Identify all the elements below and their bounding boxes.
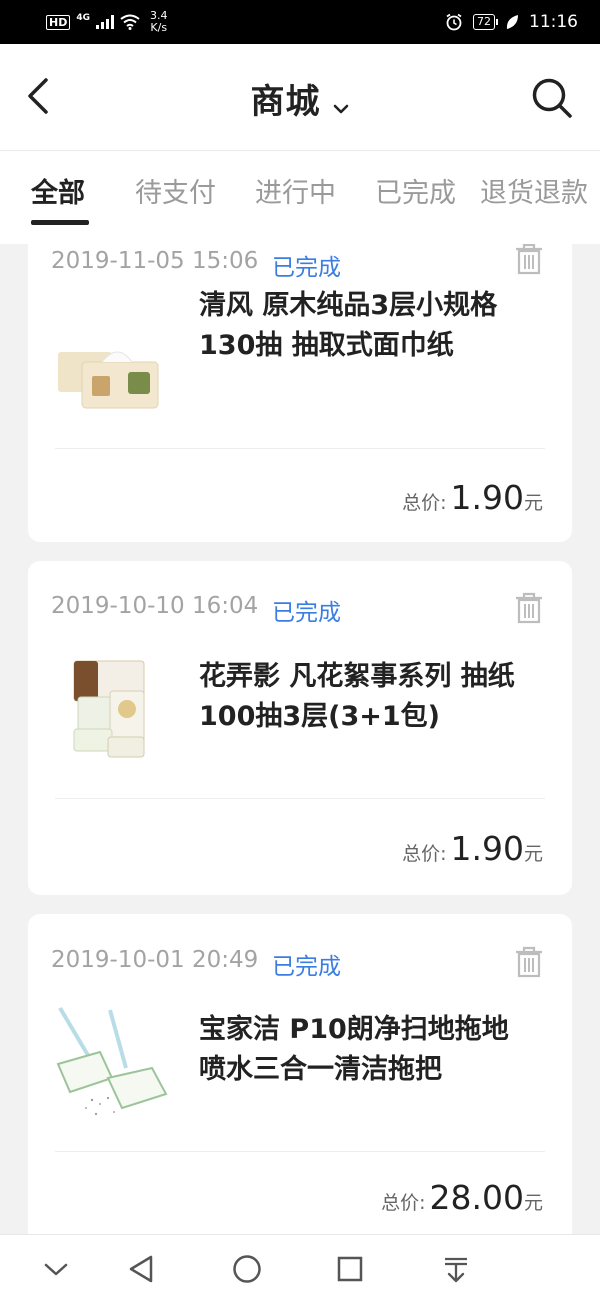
trash-icon[interactable] <box>514 244 544 276</box>
product-image <box>56 1006 168 1116</box>
tab-all[interactable]: 全部 <box>31 171 85 210</box>
divider <box>55 1151 545 1152</box>
status-right: 72 11:16 <box>445 12 578 32</box>
total-label: 总价: <box>381 1192 426 1214</box>
chevron-down-icon <box>333 104 348 113</box>
product-name-line: 130抽 抽取式面巾纸 <box>199 330 454 361</box>
clock: 11:16 <box>529 12 578 32</box>
product-image <box>58 351 159 409</box>
search-icon[interactable] <box>530 76 574 120</box>
trash-icon[interactable] <box>514 591 544 625</box>
product-name-line: 100抽3层(3+1包) <box>199 701 441 732</box>
order-total: 总价: 28.00元 <box>381 1178 543 1217</box>
page-title-dropdown[interactable]: 商城 <box>0 74 600 123</box>
square-recents-icon[interactable] <box>330 1249 370 1289</box>
divider <box>55 448 545 449</box>
product-name-line: 喷水三合一清洁拖把 <box>199 1054 442 1085</box>
product-image <box>73 660 145 758</box>
wifi-icon <box>120 14 140 30</box>
system-nav-bar <box>0 1234 600 1300</box>
triangle-back-icon[interactable] <box>122 1249 162 1289</box>
speed-unit: K/s <box>150 21 168 34</box>
product-name[interactable]: 清风 原木纯品3层小规格 130抽 抽取式面巾纸 <box>199 286 549 366</box>
hd-indicator: HD <box>46 14 71 30</box>
trash-icon[interactable] <box>514 945 544 979</box>
total-label: 总价: <box>402 843 447 865</box>
order-total: 总价: 1.90元 <box>402 478 543 517</box>
order-card[interactable]: 2019-11-05 15:06 已完成 清风 原木纯品3层小规格 130抽 抽… <box>28 244 572 542</box>
pull-down-icon[interactable] <box>436 1249 476 1289</box>
tab-in-progress[interactable]: 进行中 <box>255 171 336 210</box>
order-total: 总价: 1.90元 <box>402 829 543 868</box>
currency-unit: 元 <box>523 1192 543 1214</box>
order-list[interactable]: 2019-11-05 15:06 已完成 清风 原木纯品3层小规格 130抽 抽… <box>0 244 600 1234</box>
currency-unit: 元 <box>523 492 543 514</box>
product-name[interactable]: 花弄影 凡花絮事系列 抽纸 100抽3层(3+1包) <box>199 657 549 737</box>
total-amount: 28.00 <box>429 1178 524 1217</box>
order-status: 已完成 <box>272 255 341 281</box>
order-datetime: 2019-11-05 15:06 <box>51 248 259 274</box>
tab-pending-payment[interactable]: 待支付 <box>135 171 216 210</box>
total-label: 总价: <box>402 492 447 514</box>
signal-icon <box>96 15 114 29</box>
tab-refunds[interactable]: 退货退款 <box>480 171 588 210</box>
status-indicators: HD 4G 3.4 K/s <box>46 10 168 34</box>
total-amount: 1.90 <box>450 478 524 517</box>
network-speed: 3.4 K/s <box>150 10 168 34</box>
divider <box>55 798 545 799</box>
status-bar: HD 4G 3.4 K/s 72 11:16 <box>0 0 600 44</box>
order-datetime: 2019-10-10 16:04 <box>51 593 259 619</box>
product-name-line: 花弄影 凡花絮事系列 抽纸 <box>199 661 515 692</box>
currency-unit: 元 <box>523 843 543 865</box>
network-type: 4G <box>76 13 90 23</box>
product-name-line: 宝家洁 P10朗净扫地拖地 <box>199 1014 509 1045</box>
product-name[interactable]: 宝家洁 P10朗净扫地拖地 喷水三合一清洁拖把 <box>199 1010 549 1090</box>
order-status: 已完成 <box>272 600 341 626</box>
order-card[interactable]: 2019-10-10 16:04 已完成 花弄影 凡花絮事系列 抽纸 100抽3… <box>28 561 572 895</box>
product-name-line: 清风 原木纯品3层小规格 <box>199 290 498 321</box>
total-amount: 1.90 <box>450 829 524 868</box>
page-title: 商城 <box>250 82 321 122</box>
battery-indicator: 72 <box>473 14 498 30</box>
order-card[interactable]: 2019-10-01 20:49 已完成 宝家洁 P10朗净扫地拖地 喷水三合一… <box>28 914 572 1234</box>
tab-completed[interactable]: 已完成 <box>375 171 456 210</box>
order-datetime: 2019-10-01 20:49 <box>51 947 259 973</box>
alarm-icon <box>446 13 462 31</box>
chevron-down-icon[interactable] <box>36 1249 76 1289</box>
order-status: 已完成 <box>272 954 341 980</box>
app-header: 商城 <box>0 44 600 150</box>
order-tabs: 全部 待支付 进行中 已完成 退货退款 <box>0 150 600 244</box>
leaf-icon <box>506 15 518 29</box>
active-tab-indicator <box>31 220 89 225</box>
circle-home-icon[interactable] <box>227 1249 267 1289</box>
